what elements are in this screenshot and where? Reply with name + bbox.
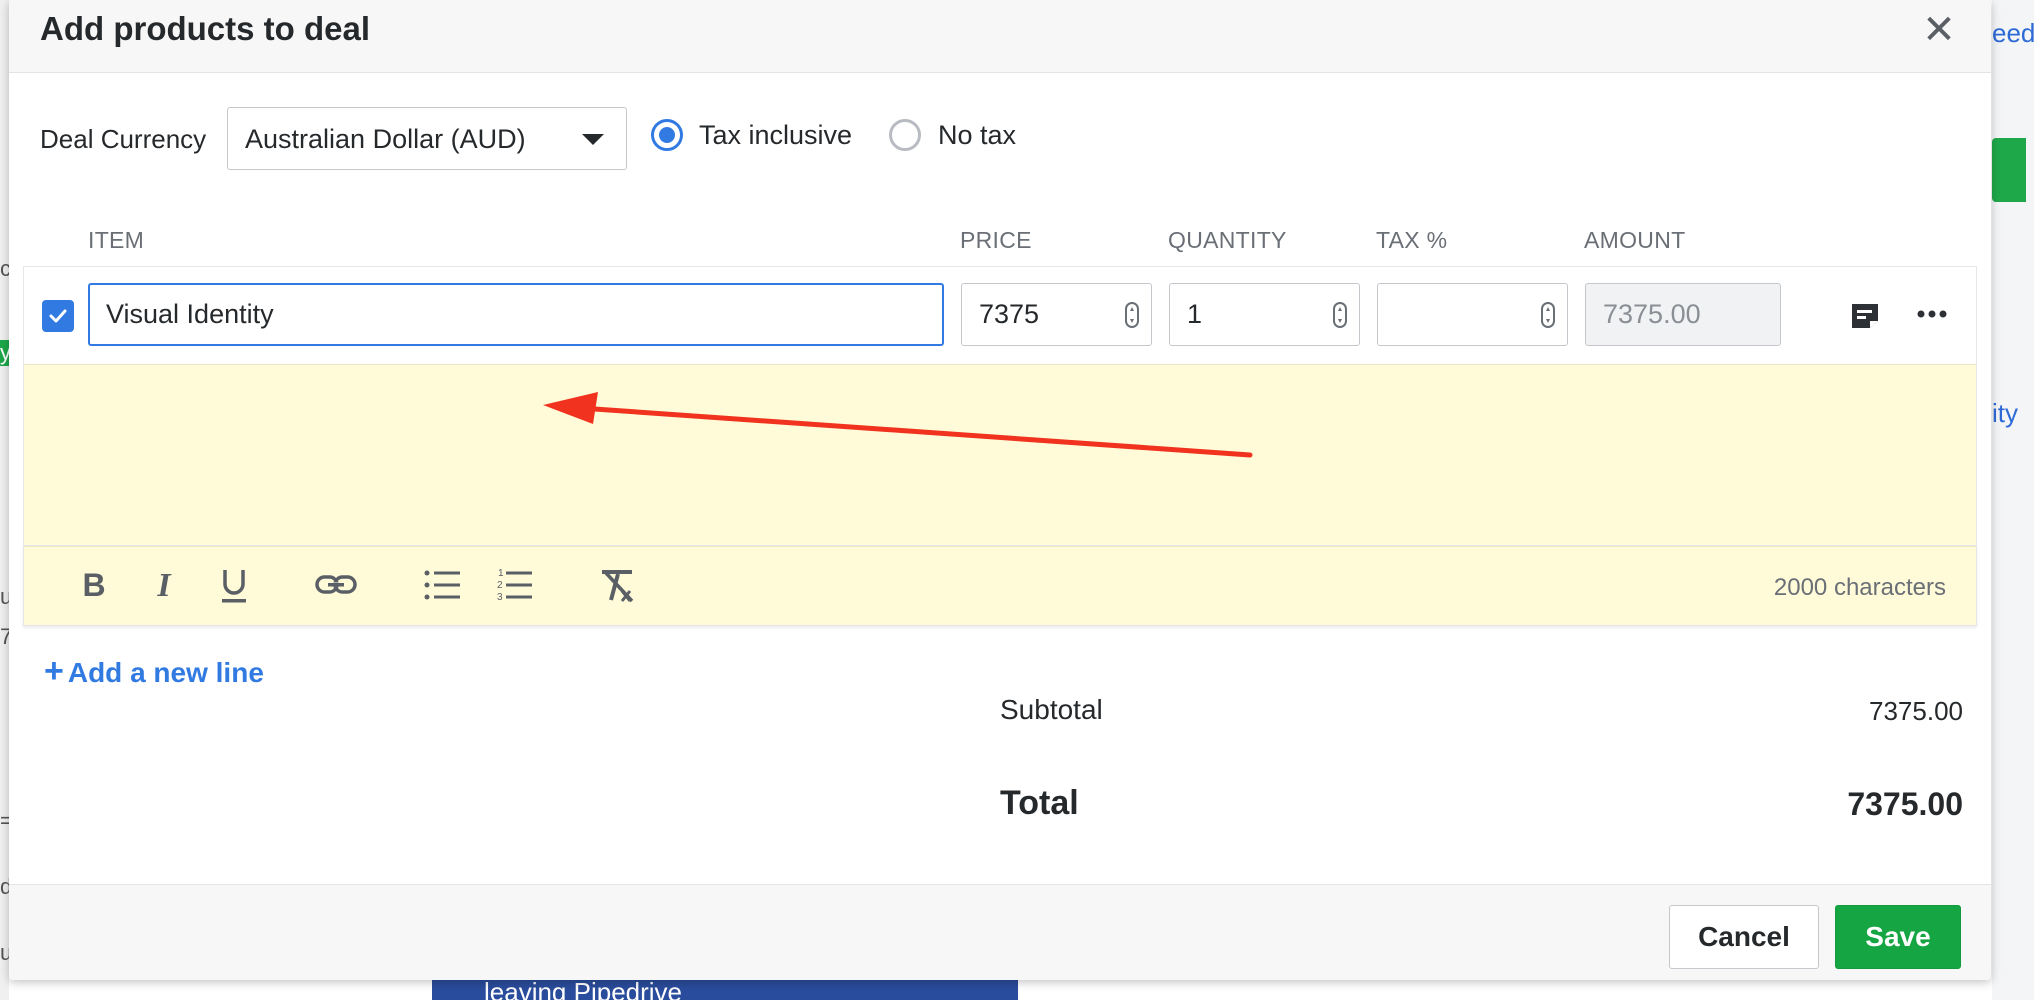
character-count: 2000 characters (1773, 574, 1946, 601)
italic-icon[interactable]: I (142, 563, 186, 607)
svg-text:I: I (156, 567, 172, 604)
deal-currency-label: Deal Currency (40, 124, 207, 154)
checkmark-icon (49, 309, 67, 323)
stepper-icon[interactable] (1333, 302, 1347, 328)
add-new-line-link[interactable]: + Add a new line (44, 652, 264, 691)
column-header-price: PRICE (960, 227, 1032, 253)
no-tax-label[interactable]: No tax (938, 120, 1016, 151)
column-header-tax: TAX % (1376, 227, 1448, 253)
column-header-amount: AMOUNT (1584, 227, 1686, 253)
numbered-list-icon[interactable]: 1 2 3 (492, 563, 536, 607)
no-tax-radio[interactable] (889, 119, 921, 151)
line-checkbox[interactable] (42, 300, 74, 332)
clear-format-icon[interactable] (596, 563, 640, 607)
link-icon[interactable] (314, 563, 358, 607)
deal-currency-value: Australian Dollar (AUD) (245, 124, 526, 154)
subtotal-value: 7375.00 (1869, 696, 1963, 726)
background-left-char: 7 (0, 624, 9, 649)
price-value: 7375 (979, 299, 1040, 329)
svg-text:B: B (82, 567, 105, 603)
svg-text:2: 2 (497, 580, 503, 591)
quantity-input[interactable]: 1 (1169, 283, 1360, 346)
background-left-char: u (0, 940, 9, 965)
background-left-char: u (0, 584, 9, 609)
total-label: Total (1000, 784, 1079, 822)
save-button[interactable]: Save (1835, 905, 1961, 969)
more-options-icon[interactable] (1912, 297, 1952, 331)
stepper-icon[interactable] (1541, 302, 1555, 328)
note-icon[interactable] (1849, 301, 1881, 331)
background-link-text[interactable]: eed (1992, 18, 2034, 49)
amount-field: 7375.00 (1585, 283, 1781, 346)
bold-icon[interactable]: B (72, 563, 116, 607)
background-left-char: c (0, 256, 9, 281)
svg-text:1: 1 (498, 568, 504, 579)
deal-currency-select[interactable]: Australian Dollar (AUD) (227, 107, 627, 170)
note-editor-toolbar: B I 1 2 3 2000 characters (23, 546, 1977, 626)
price-input[interactable]: 7375 (961, 283, 1152, 346)
quantity-value: 1 (1187, 299, 1203, 329)
background-green-button[interactable] (1992, 138, 2026, 202)
tax-inclusive-radio[interactable] (651, 119, 683, 151)
subtotal-label: Subtotal (1000, 694, 1103, 725)
plus-icon: + (44, 652, 64, 690)
modal-header: Add products to deal ✕ (9, 0, 1991, 73)
background-left-char: y (0, 340, 9, 366)
add-new-line-label: Add a new line (67, 657, 264, 688)
svg-text:3: 3 (497, 592, 503, 603)
background-left-strip (0, 0, 9, 1000)
close-icon[interactable]: ✕ (1917, 8, 1961, 52)
column-header-quantity: QUANTITY (1168, 227, 1287, 253)
stepper-icon[interactable] (1125, 302, 1139, 328)
item-name-input[interactable]: Visual Identity (88, 283, 944, 346)
bulleted-list-icon[interactable] (420, 563, 464, 607)
tax-inclusive-label[interactable]: Tax inclusive (699, 120, 852, 151)
total-value: 7375.00 (1847, 786, 1963, 822)
background-left-char: = (0, 808, 9, 833)
caret-down-icon (582, 134, 604, 145)
column-header-item: ITEM (88, 227, 145, 253)
product-line-row: Visual Identity 7375 1 7375.00 (23, 266, 1977, 364)
tax-input[interactable] (1377, 283, 1568, 346)
modal-footer: Cancel Save (9, 884, 1991, 980)
background-link-text[interactable]: ity (1992, 398, 2034, 429)
background-left-char: d (0, 874, 9, 899)
cancel-button[interactable]: Cancel (1669, 905, 1819, 969)
underline-icon[interactable] (212, 563, 256, 607)
product-note-textarea[interactable] (23, 364, 1977, 546)
modal-title: Add products to deal (40, 10, 370, 47)
